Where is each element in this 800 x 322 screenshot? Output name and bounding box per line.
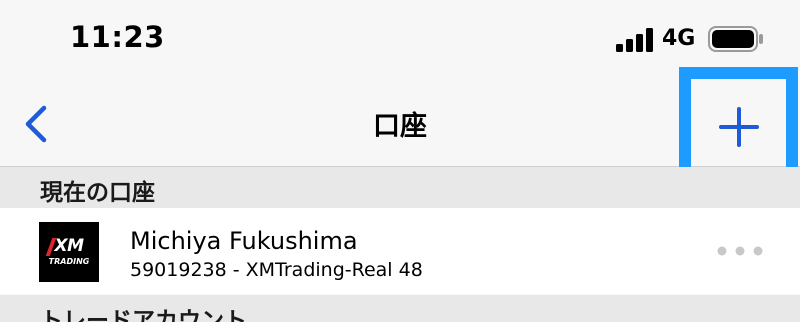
xm-logo: XM TRADING	[39, 222, 99, 282]
account-row[interactable]: XM TRADING Michiya Fukushima 59019238 - …	[0, 208, 800, 294]
network-label: 4G	[662, 26, 696, 51]
logo-subtext: TRADING	[48, 257, 90, 266]
more-dots-icon[interactable]	[716, 240, 764, 262]
section-label-trade-accounts: トレードアカウント	[40, 308, 247, 322]
trade-accounts-section-header: トレードアカウント	[0, 295, 800, 322]
section-label-current-account: 現在の口座	[40, 180, 155, 206]
logo-text: XM	[54, 236, 84, 256]
plus-icon[interactable]	[700, 88, 778, 166]
current-account-section-header: 現在の口座	[0, 167, 800, 208]
accounts-screen: 11:23 4G 口座 現在の口座 XM TRADING Michiya Fuk…	[0, 0, 800, 322]
battery-icon	[708, 26, 763, 52]
status-time: 11:23	[70, 20, 165, 54]
signal-icon	[616, 28, 653, 52]
account-detail: 59019238 - XMTrading-Real 48	[130, 259, 423, 281]
account-name: Michiya Fukushima	[130, 227, 358, 255]
